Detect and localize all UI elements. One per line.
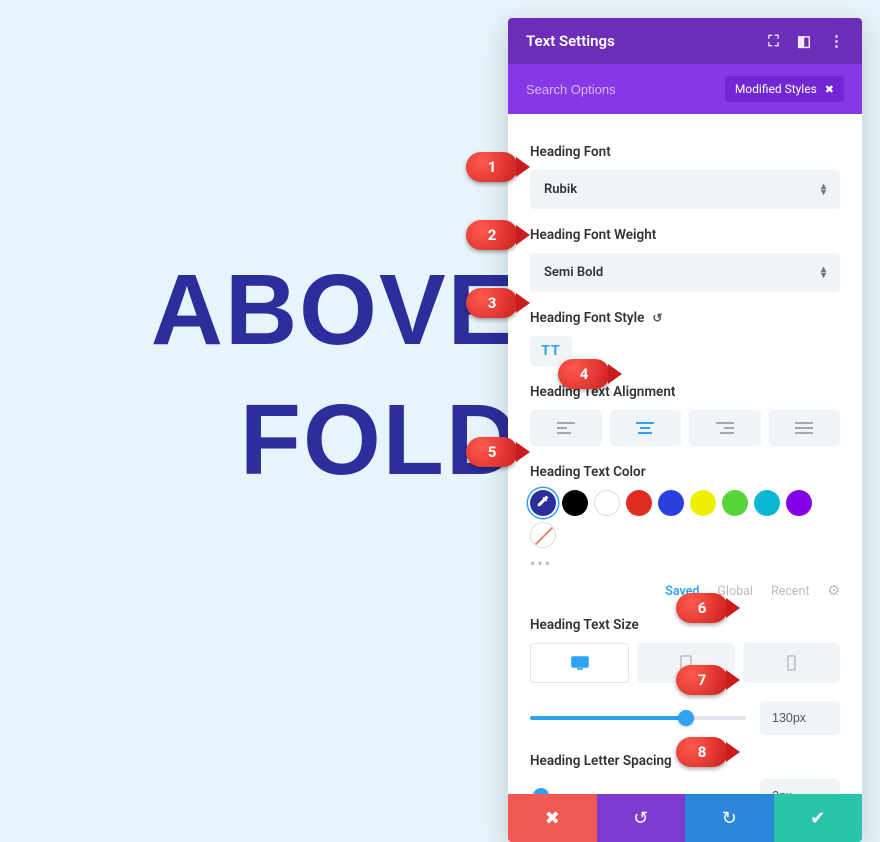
swatch-selected[interactable] [530,490,556,516]
uppercase-label: TT [541,343,560,359]
heading-color-field: Heading Text Color ••• Saved [530,464,840,599]
reset-icon[interactable]: ↺ [652,311,662,325]
kebab-menu-icon[interactable]: ⋮ [829,32,844,50]
callout-3: 3 [466,288,518,318]
close-icon[interactable]: ✖ [825,83,834,96]
swatch-red[interactable] [626,490,652,516]
panel-header: Text Settings ⛶ ◧ ⋮ [508,18,862,64]
heading-color-label: Heading Text Color [530,464,840,480]
help-icon[interactable]: ◧ [797,32,811,50]
panel-search-bar: Modified Styles ✖ [508,64,862,114]
callout-8: 8 [676,737,728,767]
gear-icon[interactable]: ⚙ [827,583,840,599]
search-input[interactable] [526,82,656,97]
callout-7: 7 [676,665,728,695]
heading-weight-select[interactable]: Semi Bold ▴▾ [530,253,840,292]
expand-icon[interactable]: ⛶ [768,32,779,50]
callout-5: 5 [466,437,518,467]
swatch-yellow[interactable] [690,490,716,516]
swatch-transparent[interactable] [530,522,556,548]
heading-weight-field: Heading Font Weight Semi Bold ▴▾ [530,227,840,292]
undo-icon: ↺ [633,808,648,829]
undo-button[interactable]: ↺ [597,794,686,842]
heading-font-field: Heading Font Rubik ▴▾ [530,144,840,209]
callout-1: 1 [466,152,518,182]
modified-styles-badge[interactable]: Modified Styles ✖ [725,76,844,102]
callout-6: 6 [676,593,728,623]
heading-weight-label: Heading Font Weight [530,227,840,243]
align-justify-button[interactable] [769,410,841,446]
panel-title: Text Settings [526,32,615,50]
panel-footer: ✖ ↺ ↻ ✔ [508,794,862,842]
swatch-cyan[interactable] [754,490,780,516]
device-desktop-tab[interactable] [530,643,629,683]
more-colors-icon[interactable]: ••• [530,554,840,573]
save-button[interactable]: ✔ [774,794,863,842]
redo-button[interactable]: ↻ [685,794,774,842]
heading-style-field: Heading Font Style ↺ TT [530,310,840,366]
chevron-updown-icon: ▴▾ [821,267,826,279]
check-icon: ✔ [810,808,825,829]
align-center-button[interactable] [610,410,682,446]
close-icon: ✖ [545,808,560,829]
heading-font-select[interactable]: Rubik ▴▾ [530,170,840,209]
swatch-green[interactable] [722,490,748,516]
slider-thumb[interactable] [678,710,694,726]
align-right-button[interactable] [689,410,761,446]
swatch-black[interactable] [562,490,588,516]
color-swatches [530,490,840,548]
swatch-blue[interactable] [658,490,684,516]
palette-tab-recent[interactable]: Recent [771,584,810,599]
eyedropper-icon [536,494,550,512]
slider-thumb[interactable] [533,788,549,794]
size-slider[interactable] [530,716,746,720]
chevron-updown-icon: ▴▾ [821,184,826,196]
heading-font-value: Rubik [544,182,577,197]
text-settings-panel: Text Settings ⛶ ◧ ⋮ Modified Styles ✖ He… [508,18,862,842]
badge-label: Modified Styles [735,82,817,96]
heading-style-label: Heading Font Style ↺ [530,310,840,326]
callout-4: 4 [558,359,610,389]
align-left-button[interactable] [530,410,602,446]
callout-2: 2 [466,220,518,250]
size-value-input[interactable] [760,701,840,735]
heading-align-field: Heading Text Alignment [530,384,840,446]
discard-button[interactable]: ✖ [508,794,597,842]
device-phone-tab[interactable] [743,643,840,683]
spacing-value-input[interactable] [760,779,840,794]
redo-icon: ↻ [722,808,737,829]
heading-font-label: Heading Font [530,144,840,160]
heading-weight-value: Semi Bold [544,265,603,280]
swatch-white[interactable] [594,490,620,516]
swatch-purple[interactable] [786,490,812,516]
